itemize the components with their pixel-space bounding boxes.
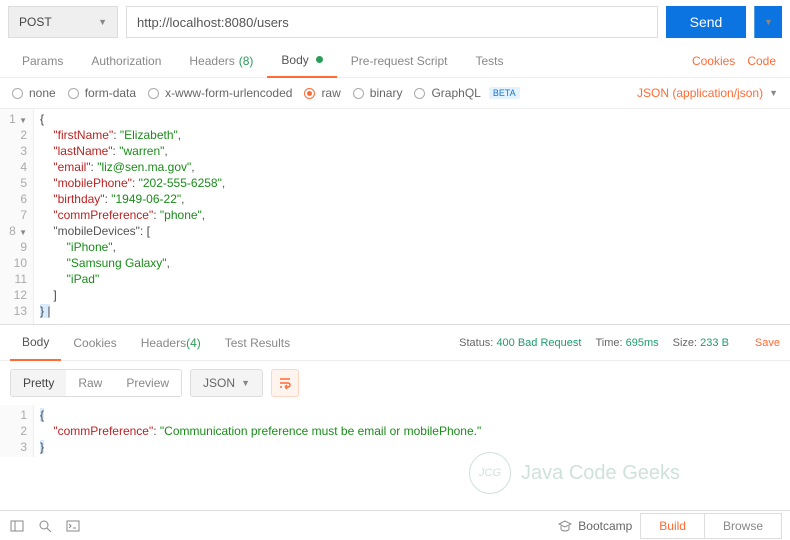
graduation-icon [558, 519, 572, 533]
tab-tests[interactable]: Tests [461, 44, 517, 78]
gutter: 1 ▼2345678 ▼910111213 [0, 109, 34, 324]
tab-params[interactable]: Params [8, 44, 77, 78]
response-format-select[interactable]: JSON▼ [190, 369, 263, 397]
view-mode-segment: Pretty Raw Preview [10, 369, 182, 397]
code-area[interactable]: { "firstName": "Elizabeth", "lastName": … [34, 109, 231, 324]
tab-prerequest[interactable]: Pre-request Script [337, 44, 462, 78]
request-tabs: Params Authorization Headers (8) Body Pr… [0, 44, 790, 78]
body-type-raw[interactable]: raw [304, 86, 340, 100]
modified-dot-icon [316, 56, 323, 63]
method-label: POST [19, 15, 52, 29]
url-input[interactable] [126, 6, 658, 38]
body-type-urlencoded[interactable]: x-www-form-urlencoded [148, 86, 292, 100]
wrap-lines-icon[interactable] [271, 369, 299, 397]
chevron-down-icon: ▼ [769, 88, 778, 98]
view-preview[interactable]: Preview [114, 370, 181, 396]
bootcamp-link[interactable]: Bootcamp [558, 519, 632, 533]
view-raw[interactable]: Raw [66, 370, 114, 396]
send-button[interactable]: Send [666, 6, 746, 38]
footer: Bootcamp Build Browse [0, 510, 790, 540]
content-type-select[interactable]: JSON (application/json)▼ [637, 86, 778, 100]
response-tabs: Body Cookies Headers (4) Test Results St… [0, 325, 790, 361]
cookies-link[interactable]: Cookies [692, 54, 735, 68]
footer-tab-build[interactable]: Build [641, 514, 704, 538]
sidebar-icon[interactable] [8, 517, 26, 535]
gutter: 123 [0, 405, 34, 457]
body-type-binary[interactable]: binary [353, 86, 403, 100]
send-dropdown[interactable]: ▼ [754, 6, 782, 38]
resp-tab-cookies[interactable]: Cookies [61, 325, 128, 361]
save-response-link[interactable]: Save [755, 337, 780, 349]
footer-tabs: Build Browse [640, 513, 782, 539]
footer-tab-browse[interactable]: Browse [704, 514, 781, 538]
response-body-editor[interactable]: 123 { "commPreference": "Communication p… [0, 405, 790, 463]
response-status: Status: 400 Bad Request Time: 695ms Size… [459, 337, 780, 349]
tab-headers[interactable]: Headers (8) [175, 44, 267, 78]
chevron-down-icon: ▼ [241, 378, 250, 388]
resp-tab-body[interactable]: Body [10, 325, 61, 361]
code-area: { "commPreference": "Communication prefe… [34, 405, 487, 457]
request-body-editor[interactable]: 1 ▼2345678 ▼910111213 { "firstName": "El… [0, 109, 790, 325]
body-type-graphql[interactable]: GraphQLBETA [414, 86, 519, 100]
tab-body[interactable]: Body [267, 44, 336, 78]
resp-tab-headers[interactable]: Headers (4) [129, 325, 213, 361]
response-toolbar: Pretty Raw Preview JSON▼ [0, 361, 790, 405]
status-value: 400 Bad Request [496, 337, 581, 349]
body-type-formdata[interactable]: form-data [68, 86, 136, 100]
size-value: 233 B [700, 337, 729, 349]
code-link[interactable]: Code [747, 54, 776, 68]
http-method-select[interactable]: POST ▼ [8, 6, 118, 38]
time-value: 695ms [626, 337, 659, 349]
chevron-down-icon: ▼ [98, 17, 107, 27]
resp-tab-tests[interactable]: Test Results [213, 325, 302, 361]
search-icon[interactable] [36, 517, 54, 535]
console-icon[interactable] [64, 517, 82, 535]
chevron-down-icon: ▼ [764, 17, 773, 27]
body-type-none[interactable]: none [12, 86, 56, 100]
view-pretty[interactable]: Pretty [11, 370, 66, 396]
tab-authorization[interactable]: Authorization [77, 44, 175, 78]
body-type-row: none form-data x-www-form-urlencoded raw… [0, 78, 790, 109]
